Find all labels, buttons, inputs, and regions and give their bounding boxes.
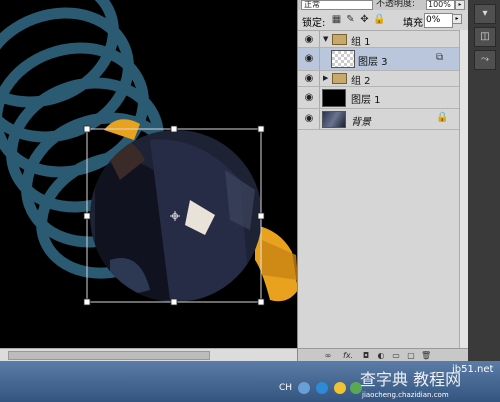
watermark-site: jb51.net xyxy=(452,364,494,375)
layer-row-layer-1[interactable]: ◉ 图层 1 xyxy=(298,87,460,109)
lock-all-icon[interactable]: 🔒 xyxy=(373,14,385,25)
canvas[interactable] xyxy=(0,0,297,348)
fill-label: 填充: xyxy=(403,18,427,29)
lock-move-icon[interactable]: ✥ xyxy=(359,14,370,25)
new-group-icon[interactable]: ▭ xyxy=(391,351,401,360)
lock-transparent-icon[interactable]: ▦ xyxy=(331,14,342,25)
eye-icon[interactable]: ◉ xyxy=(300,73,318,84)
blend-mode-select[interactable]: 正常 xyxy=(301,0,373,10)
tray-network-icon[interactable] xyxy=(316,382,328,394)
folder-icon xyxy=(332,73,347,84)
fx-icon[interactable]: fx. xyxy=(343,351,353,360)
watermark-url: jiaocheng.chazidian.com xyxy=(362,391,449,399)
opacity-label: 不透明度: xyxy=(376,0,416,9)
fill-dropdown-icon[interactable]: ▸ xyxy=(452,14,462,24)
right-dock-toolbar: ▾ ◫ ⤳ xyxy=(468,0,500,361)
opacity-dropdown-icon[interactable]: ▸ xyxy=(455,0,465,10)
collapse-triangle-icon[interactable]: ▶ xyxy=(323,74,328,82)
layer-row-group-1[interactable]: ◉ ▼ 组 1 xyxy=(298,31,460,48)
layer-thumbnail xyxy=(322,89,346,107)
layer-thumbnail xyxy=(322,111,346,128)
eye-icon[interactable]: ◉ xyxy=(300,34,318,45)
history-panel-icon[interactable]: ⤳ xyxy=(474,50,496,70)
eye-icon[interactable]: ◉ xyxy=(300,53,318,64)
lock-row: 锁定: ▦ ✎ ✥ 🔒 填充: 0% ▸ xyxy=(298,11,468,31)
canvas-artwork xyxy=(0,0,297,306)
panel-bottom-bar: ∞ fx. ◘ ◐ ▭ ▢ 🗑 xyxy=(298,348,468,362)
lock-label: 锁定: xyxy=(302,18,326,29)
layer-name: 组 2 xyxy=(351,76,371,87)
layer-row-layer-3[interactable]: ◉ 图层 3 ⧉ xyxy=(298,48,460,71)
layers-panel: 正常 不透明度: 100% ▸ 锁定: ▦ ✎ ✥ 🔒 填充: 0% ▸ ◉ ▼… xyxy=(297,0,468,362)
layer-thumbnail xyxy=(331,50,355,68)
smart-object-icon: ⧉ xyxy=(436,52,444,63)
new-layer-icon[interactable]: ▢ xyxy=(406,351,416,360)
eye-icon[interactable]: ◉ xyxy=(300,92,318,103)
layers-panel-icon[interactable]: ◫ xyxy=(474,27,496,47)
panel-vertical-scrollbar[interactable] xyxy=(459,30,468,348)
panel-options-row: 正常 不透明度: 100% ▸ xyxy=(298,0,468,10)
opacity-input[interactable]: 100% xyxy=(426,0,455,10)
layer-name: 组 1 xyxy=(351,37,371,48)
tray-qq-icon[interactable] xyxy=(334,382,346,394)
adjustment-icon[interactable]: ◐ xyxy=(376,351,386,360)
canvas-horizontal-scrollbar[interactable] xyxy=(0,348,297,361)
watermark-text: 查字典 教程网 xyxy=(360,370,462,389)
link-icon[interactable]: ∞ xyxy=(323,351,333,360)
dock-arrow-icon[interactable]: ▾ xyxy=(474,4,496,24)
language-indicator[interactable]: CH xyxy=(279,383,292,393)
expand-triangle-icon[interactable]: ▼ xyxy=(323,35,328,43)
lock-brush-icon[interactable]: ✎ xyxy=(345,14,356,25)
layer-name: 图层 1 xyxy=(351,95,381,106)
mask-icon[interactable]: ◘ xyxy=(361,351,371,360)
scrollbar-thumb[interactable] xyxy=(8,351,210,360)
folder-icon xyxy=(332,34,347,45)
eye-icon[interactable]: ◉ xyxy=(300,113,318,124)
lock-icon: 🔒 xyxy=(436,112,449,123)
layer-name: 背景 xyxy=(351,117,371,128)
layer-name: 图层 3 xyxy=(358,57,388,68)
layer-row-group-2[interactable]: ◉ ▶ 组 2 xyxy=(298,71,460,87)
trash-icon[interactable]: 🗑 xyxy=(421,351,431,360)
layer-row-background[interactable]: ◉ 背景 🔒 xyxy=(298,109,460,130)
tray-app-icon[interactable] xyxy=(298,382,310,394)
fill-input[interactable]: 0% xyxy=(424,13,453,28)
